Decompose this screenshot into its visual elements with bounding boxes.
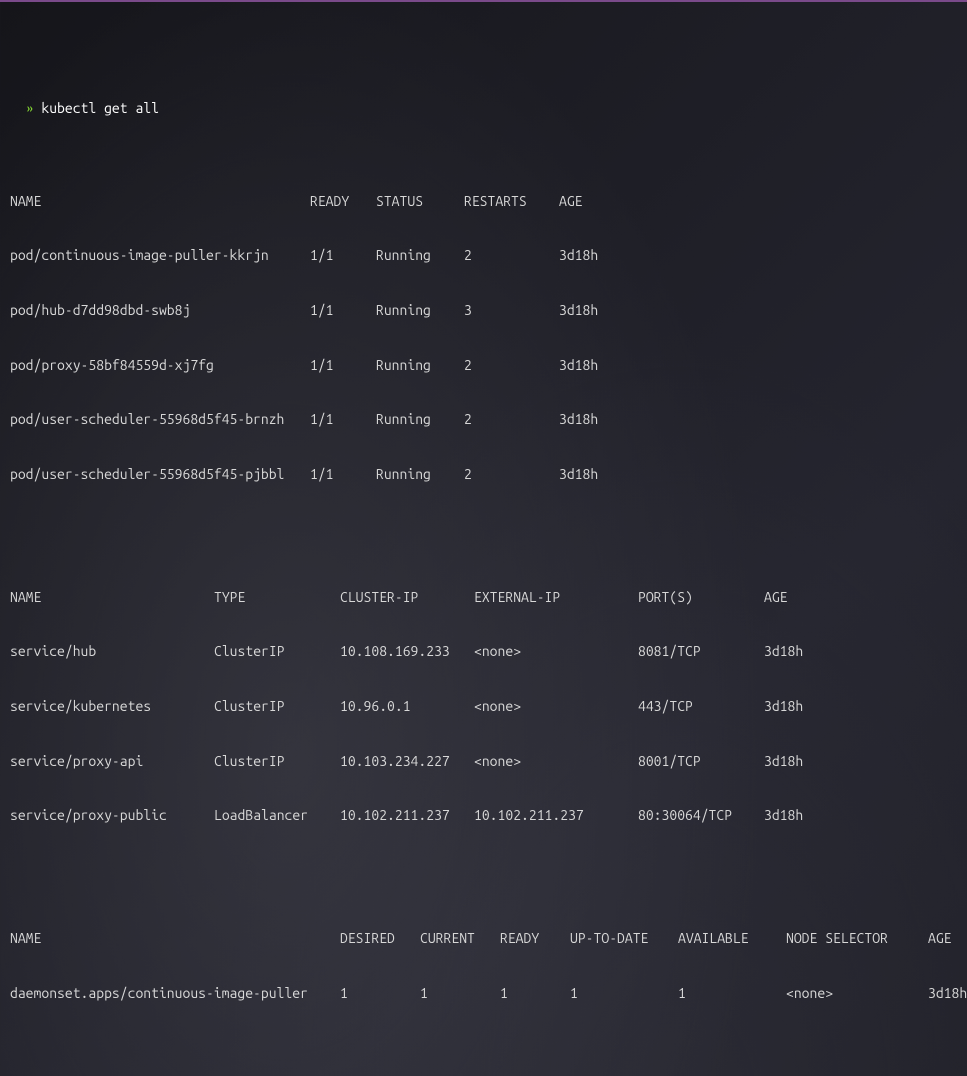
table-row: service/hubClusterIP10.108.169.233<none>…	[10, 642, 957, 660]
col-available: AVAILABLE	[678, 929, 786, 947]
table-row: pod/proxy-58bf84559d-xj7fg1/1Running23d1…	[10, 356, 957, 374]
pods-section: NAMEREADYSTATUSRESTARTSAGE pod/continuou…	[10, 156, 957, 502]
table-row: daemonset.apps/continuous-image-puller11…	[10, 984, 957, 1002]
cell-external-ip: <none>	[474, 642, 638, 660]
table-row: service/kubernetesClusterIP10.96.0.1<non…	[10, 697, 957, 715]
prompt-symbol: »	[26, 100, 34, 116]
cell-name: pod/user-scheduler-55968d5f45-pjbbl	[10, 465, 310, 483]
cell-cluster-ip: 10.103.234.227	[340, 752, 474, 770]
col-ready: READY	[310, 192, 376, 210]
cell-name: daemonset.apps/continuous-image-puller	[10, 984, 340, 1002]
deployments-section: NAMEREADYUP-TO-DATEAVAILABLEAGE deployme…	[10, 1071, 957, 1076]
cell-status: Running	[376, 246, 464, 264]
col-age: AGE	[764, 588, 824, 606]
daemonset-section: NAMEDESIREDCURRENTREADYUP-TO-DATEAVAILAB…	[10, 893, 957, 1020]
cell-age: 3d18h	[764, 752, 824, 770]
col-ready: READY	[500, 929, 570, 947]
cell-cluster-ip: 10.102.211.237	[340, 806, 474, 824]
cell-type: ClusterIP	[214, 752, 340, 770]
cell-ports: 8001/TCP	[638, 752, 764, 770]
cell-uptodate: 1	[570, 984, 678, 1002]
col-name: NAME	[10, 929, 340, 947]
cell-status: Running	[376, 356, 464, 374]
col-desired: DESIRED	[340, 929, 420, 947]
cell-age: 3d18h	[764, 697, 824, 715]
cell-status: Running	[376, 465, 464, 483]
cell-desired: 1	[340, 984, 420, 1002]
cell-available: 1	[678, 984, 786, 1002]
cell-current: 1	[420, 984, 500, 1002]
cell-type: ClusterIP	[214, 697, 340, 715]
cell-age: 3d18h	[559, 410, 619, 428]
table-row: pod/user-scheduler-55968d5f45-pjbbl1/1Ru…	[10, 465, 957, 483]
col-name: NAME	[10, 192, 310, 210]
cell-age: 3d18h	[764, 806, 824, 824]
cell-restarts: 2	[464, 246, 559, 264]
col-current: CURRENT	[420, 929, 500, 947]
cell-restarts: 2	[464, 356, 559, 374]
cell-age: 3d18h	[559, 356, 619, 374]
table-row: pod/hub-d7dd98dbd-swb8j1/1Running33d18h	[10, 301, 957, 319]
cell-node-selector: <none>	[786, 984, 928, 1002]
table-row: service/proxy-apiClusterIP10.103.234.227…	[10, 752, 957, 770]
cell-ready: 1/1	[310, 246, 376, 264]
col-cluster-ip: CLUSTER-IP	[340, 588, 474, 606]
col-type: TYPE	[214, 588, 340, 606]
cell-name: pod/hub-d7dd98dbd-swb8j	[10, 301, 310, 319]
cell-restarts: 2	[464, 465, 559, 483]
col-restarts: RESTARTS	[464, 192, 559, 210]
cell-restarts: 3	[464, 301, 559, 319]
col-external-ip: EXTERNAL-IP	[474, 588, 638, 606]
command-text: kubectl get all	[41, 100, 159, 116]
cell-ports: 443/TCP	[638, 697, 764, 715]
cell-name: service/kubernetes	[10, 697, 214, 715]
col-age: AGE	[928, 929, 967, 947]
cell-age: 3d18h	[559, 246, 619, 264]
services-section: NAMETYPECLUSTER-IPEXTERNAL-IPPORT(S)AGE …	[10, 551, 957, 842]
cell-external-ip: <none>	[474, 697, 638, 715]
cell-name: service/proxy-public	[10, 806, 214, 824]
cell-age: 3d18h	[928, 984, 967, 1002]
cell-cluster-ip: 10.108.169.233	[340, 642, 474, 660]
table-header-row: NAMEREADYSTATUSRESTARTSAGE	[10, 192, 957, 210]
cell-ports: 80:30064/TCP	[638, 806, 764, 824]
cell-ready: 1/1	[310, 301, 376, 319]
col-status: STATUS	[376, 192, 464, 210]
cell-ready: 1/1	[310, 356, 376, 374]
cell-type: LoadBalancer	[214, 806, 340, 824]
col-ports: PORT(S)	[638, 588, 764, 606]
cell-name: pod/user-scheduler-55968d5f45-brnzh	[10, 410, 310, 428]
cell-cluster-ip: 10.96.0.1	[340, 697, 474, 715]
cell-age: 3d18h	[764, 642, 824, 660]
col-name: NAME	[10, 588, 214, 606]
cell-external-ip: <none>	[474, 752, 638, 770]
cell-ready: 1/1	[310, 410, 376, 428]
cell-ready: 1	[500, 984, 570, 1002]
cell-type: ClusterIP	[214, 642, 340, 660]
col-uptodate: UP-TO-DATE	[570, 929, 678, 947]
cell-status: Running	[376, 410, 464, 428]
cell-name: service/proxy-api	[10, 752, 214, 770]
cell-restarts: 2	[464, 410, 559, 428]
col-age: AGE	[559, 192, 619, 210]
cell-age: 3d18h	[559, 465, 619, 483]
cell-status: Running	[376, 301, 464, 319]
command-prompt[interactable]: » kubectl get all	[10, 81, 957, 117]
cell-name: pod/continuous-image-puller-kkrjn	[10, 246, 310, 264]
table-header-row: NAMETYPECLUSTER-IPEXTERNAL-IPPORT(S)AGE	[10, 588, 957, 606]
table-row: service/proxy-publicLoadBalancer10.102.2…	[10, 806, 957, 824]
cell-external-ip: 10.102.211.237	[474, 806, 638, 824]
cell-name: service/hub	[10, 642, 214, 660]
cell-ready: 1/1	[310, 465, 376, 483]
table-row: pod/continuous-image-puller-kkrjn1/1Runn…	[10, 246, 957, 264]
cell-age: 3d18h	[559, 301, 619, 319]
table-row: pod/user-scheduler-55968d5f45-brnzh1/1Ru…	[10, 410, 957, 428]
cell-ports: 8081/TCP	[638, 642, 764, 660]
cell-name: pod/proxy-58bf84559d-xj7fg	[10, 356, 310, 374]
table-header-row: NAMEDESIREDCURRENTREADYUP-TO-DATEAVAILAB…	[10, 929, 957, 947]
col-node-selector: NODE SELECTOR	[786, 929, 928, 947]
